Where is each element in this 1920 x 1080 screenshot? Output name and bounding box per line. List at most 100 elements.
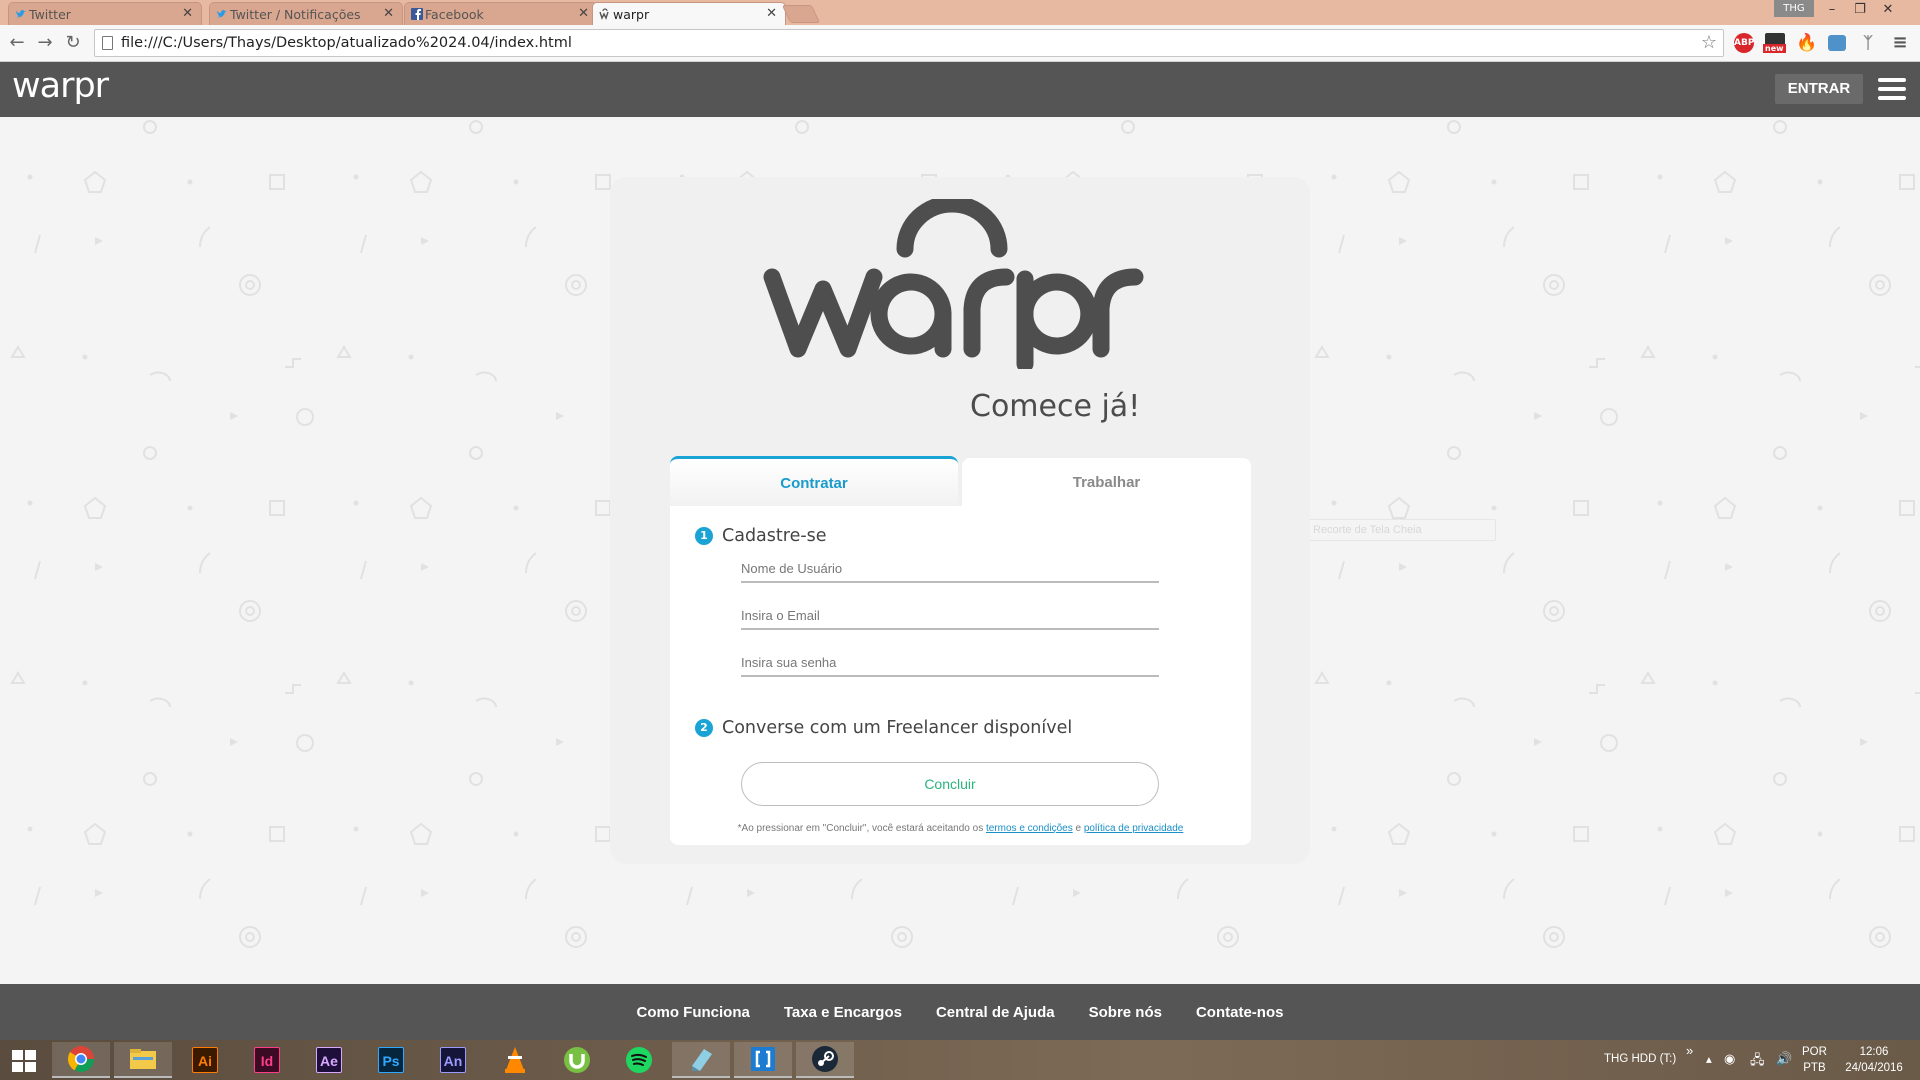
page-body: Recorte de Tela Cheia Comece já! Contrat… — [0, 117, 1920, 984]
window-close-icon[interactable]: ✕ — [1874, 0, 1902, 20]
file-explorer-icon — [130, 1049, 156, 1069]
hamburger-menu-icon[interactable] — [1878, 78, 1906, 100]
close-tab-icon[interactable]: ✕ — [766, 6, 777, 21]
taskbar-chrome[interactable] — [52, 1042, 110, 1078]
tagline: Comece já! — [970, 389, 1141, 424]
close-tab-icon[interactable]: ✕ — [383, 6, 394, 21]
warpr-logo[interactable]: warpr — [12, 66, 109, 106]
tab-label: Twitter / Notificações — [230, 6, 361, 22]
privacy-link[interactable]: política de privacidade — [1084, 823, 1184, 834]
footer-link-how-it-works[interactable]: Como Funciona — [637, 1004, 750, 1021]
animate-icon: An — [440, 1047, 466, 1073]
spotify-icon — [626, 1047, 652, 1073]
address-bar[interactable]: file:///C:/Users/Thays/Desktop/atualizad… — [94, 29, 1724, 57]
tab-label: Twitter — [29, 6, 71, 22]
signup-card: Comece já! Contratar Trabalhar 1 Cadastr… — [610, 177, 1310, 864]
taskbar-illustrator[interactable]: Ai — [176, 1042, 234, 1078]
taskbar-notepad[interactable] — [672, 1042, 730, 1078]
forward-arrow-icon[interactable]: → — [34, 32, 56, 54]
network-icon[interactable]: 🖧 — [1750, 1051, 1765, 1073]
windows-start-icon[interactable] — [12, 1050, 36, 1072]
tab-twitter[interactable]: Twitter ✕ — [8, 2, 202, 25]
back-arrow-icon[interactable]: ← — [6, 32, 28, 54]
submit-button[interactable]: Concluir — [741, 762, 1159, 806]
vlc-icon — [505, 1047, 525, 1073]
step-chat: 2 Converse com um Freelancer disponível — [695, 718, 1072, 738]
logo-text: warpr — [12, 66, 109, 106]
twitter-icon — [16, 9, 26, 18]
step-number: 1 — [695, 527, 713, 545]
warpr-icon — [599, 8, 609, 20]
utorrent-icon — [564, 1047, 590, 1073]
tab-label: warpr — [613, 6, 650, 22]
double-chevron-icon[interactable]: » — [1686, 1043, 1693, 1058]
url-text: file:///C:/Users/Thays/Desktop/atualizad… — [121, 35, 572, 51]
close-tab-icon[interactable]: ✕ — [578, 6, 589, 21]
tools-extension-icon[interactable]: ᛉ — [1858, 33, 1878, 53]
adblock-plus-icon[interactable]: ABP — [1734, 33, 1754, 53]
tab-warpr[interactable]: warpr ✕ — [592, 2, 786, 25]
footer-link-contact[interactable]: Contate-nos — [1196, 1004, 1284, 1021]
terms-link[interactable]: termos e condições — [986, 823, 1073, 834]
restore-icon[interactable]: ❐ — [1846, 0, 1874, 20]
close-tab-icon[interactable]: ✕ — [182, 6, 193, 21]
footer-link-fees[interactable]: Taxa e Encargos — [784, 1004, 902, 1021]
tab-facebook[interactable]: Facebook ✕ — [404, 2, 598, 25]
taskbar-vlc[interactable] — [486, 1042, 544, 1078]
step-title: Converse com um Freelancer disponível — [722, 718, 1073, 738]
tab-label: Facebook — [425, 6, 484, 22]
terms-mid: e — [1075, 823, 1082, 834]
volume-icon[interactable]: 🔊 — [1776, 1051, 1792, 1067]
step-number: 2 — [695, 719, 713, 737]
fire-extension-icon[interactable]: 🔥 — [1796, 33, 1817, 53]
taskbar-indesign[interactable]: Id — [238, 1042, 296, 1078]
steam-tray-icon[interactable]: ◉ — [1724, 1051, 1735, 1067]
illustrator-icon: Ai — [192, 1047, 218, 1073]
tab-contratar[interactable]: Contratar — [670, 456, 958, 508]
terms-prefix: *Ao pressionar em "Concluir", você estar… — [737, 823, 984, 834]
mail-checker-icon[interactable]: new — [1763, 33, 1786, 53]
page-icon — [102, 36, 113, 50]
clock-time: 12:06 — [1859, 1046, 1889, 1058]
minimize-icon[interactable]: – — [1818, 0, 1846, 20]
password-field[interactable] — [741, 649, 1159, 677]
steam-icon — [812, 1046, 838, 1072]
drive-label[interactable]: THG HDD (T:) — [1604, 1053, 1676, 1065]
reload-icon[interactable]: ↻ — [62, 32, 84, 54]
taskbar-file-explorer[interactable] — [114, 1042, 172, 1078]
tab-twitter-notifications[interactable]: Twitter / Notificações ✕ — [209, 2, 403, 25]
indesign-icon: Id — [254, 1047, 280, 1073]
footer-link-help-center[interactable]: Central de Ajuda — [936, 1004, 1055, 1021]
photoshop-icon: Ps — [378, 1047, 404, 1073]
taskbar-utorrent[interactable] — [548, 1042, 606, 1078]
username-field[interactable] — [741, 555, 1159, 583]
clock[interactable]: 12:06 24/04/2016 — [1842, 1044, 1906, 1076]
step-signup: 1 Cadastre-se — [695, 526, 827, 546]
taskbar-photoshop[interactable]: Ps — [362, 1042, 420, 1078]
tab-trabalhar[interactable]: Trabalhar — [962, 458, 1251, 508]
email-field[interactable] — [741, 602, 1159, 630]
camera-icon[interactable] — [1828, 35, 1846, 51]
input-language[interactable]: POR PTB — [1802, 1044, 1827, 1076]
new-tab-button[interactable] — [781, 5, 821, 23]
facebook-icon — [411, 8, 423, 20]
taskbar-brackets[interactable] — [734, 1042, 792, 1078]
site-footer: Como Funciona Taxa e Encargos Central de… — [0, 984, 1920, 1040]
login-button[interactable]: ENTRAR — [1775, 74, 1863, 104]
taskbar-steam[interactable] — [796, 1042, 854, 1078]
taskbar-animate[interactable]: An — [424, 1042, 482, 1078]
chrome-icon — [67, 1046, 95, 1073]
profile-badge[interactable]: THG — [1774, 0, 1814, 17]
show-hidden-icons[interactable]: ▴ — [1706, 1052, 1712, 1066]
keyboard-layout: PTB — [1803, 1062, 1826, 1074]
taskbar-after-effects[interactable]: Ae — [300, 1042, 358, 1078]
footer-link-about[interactable]: Sobre nós — [1089, 1004, 1162, 1021]
taskbar-spotify[interactable] — [610, 1042, 668, 1078]
chrome-menu-icon[interactable]: ≡ — [1890, 33, 1910, 53]
bookmark-star-icon[interactable]: ☆ — [1701, 30, 1717, 56]
new-badge: new — [1763, 44, 1786, 53]
browser-title-bar: Twitter ✕ Twitter / Notificações ✕ Faceb… — [0, 0, 1920, 25]
step-title: Cadastre-se — [722, 526, 827, 546]
notepad-icon — [692, 1049, 712, 1071]
clock-date: 24/04/2016 — [1845, 1062, 1903, 1074]
